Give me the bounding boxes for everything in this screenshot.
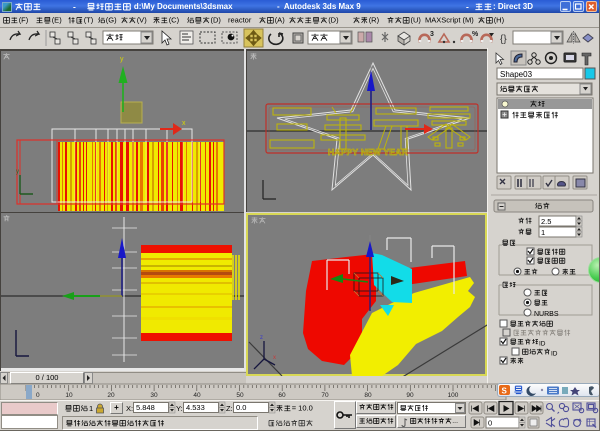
svg-text:20: 20	[107, 392, 115, 399]
svg-text:1: 1	[541, 228, 545, 237]
svg-text:S: S	[502, 387, 508, 396]
svg-text:(M): (M)	[463, 15, 475, 24]
svg-text:-: -	[73, 1, 76, 11]
svg-text:{}: {}	[500, 34, 507, 45]
svg-text:Shape03: Shape03	[500, 70, 533, 79]
svg-text:(G): (G)	[106, 15, 117, 24]
svg-text:40: 40	[193, 392, 201, 399]
svg-text:(A): (A)	[275, 15, 286, 24]
svg-text:...: ...	[452, 418, 458, 425]
svg-text:100: 100	[448, 392, 459, 399]
svg-text:y: y	[120, 56, 124, 63]
svg-text:(T): (T)	[84, 15, 94, 24]
svg-text:(V): (V)	[137, 15, 148, 24]
svg-text:HAPPY NEW YEAR: HAPPY NEW YEAR	[328, 147, 408, 157]
svg-text:(U): (U)	[411, 15, 422, 24]
svg-text:(C): (C)	[169, 15, 180, 24]
svg-text:0: 0	[488, 419, 492, 428]
svg-text:ID: ID	[551, 351, 558, 358]
svg-text:(F): (F)	[19, 15, 29, 24]
svg-text:2.5: 2.5	[541, 217, 551, 226]
svg-text:-: -	[466, 1, 469, 11]
svg-text:90: 90	[406, 392, 414, 399]
svg-text:(E): (E)	[52, 15, 63, 24]
svg-text:%: %	[472, 31, 479, 38]
svg-text:x: x	[182, 120, 186, 127]
svg-text:(D): (D)	[328, 15, 339, 24]
svg-text:= 10.0: = 10.0	[292, 403, 313, 412]
svg-text:(R): (R)	[369, 15, 380, 24]
svg-text:10: 10	[65, 392, 73, 399]
svg-text:60: 60	[278, 392, 286, 399]
svg-text:70: 70	[321, 392, 329, 399]
svg-text:30: 30	[150, 392, 158, 399]
svg-text:(H): (H)	[494, 15, 505, 24]
svg-text:0: 0	[36, 392, 40, 399]
svg-text:(D): (D)	[211, 15, 222, 24]
svg-text:x: x	[273, 355, 276, 361]
svg-text:z: z	[260, 335, 263, 341]
svg-text:80: 80	[364, 392, 372, 399]
svg-text:50: 50	[236, 392, 244, 399]
svg-text:ID: ID	[539, 341, 546, 348]
svg-text:reactor: reactor	[228, 15, 252, 24]
svg-text:NURBS: NURBS	[534, 311, 559, 318]
svg-text:y: y	[16, 169, 19, 175]
svg-text:MAXScript: MAXScript	[425, 15, 461, 24]
svg-text:3: 3	[430, 31, 434, 38]
